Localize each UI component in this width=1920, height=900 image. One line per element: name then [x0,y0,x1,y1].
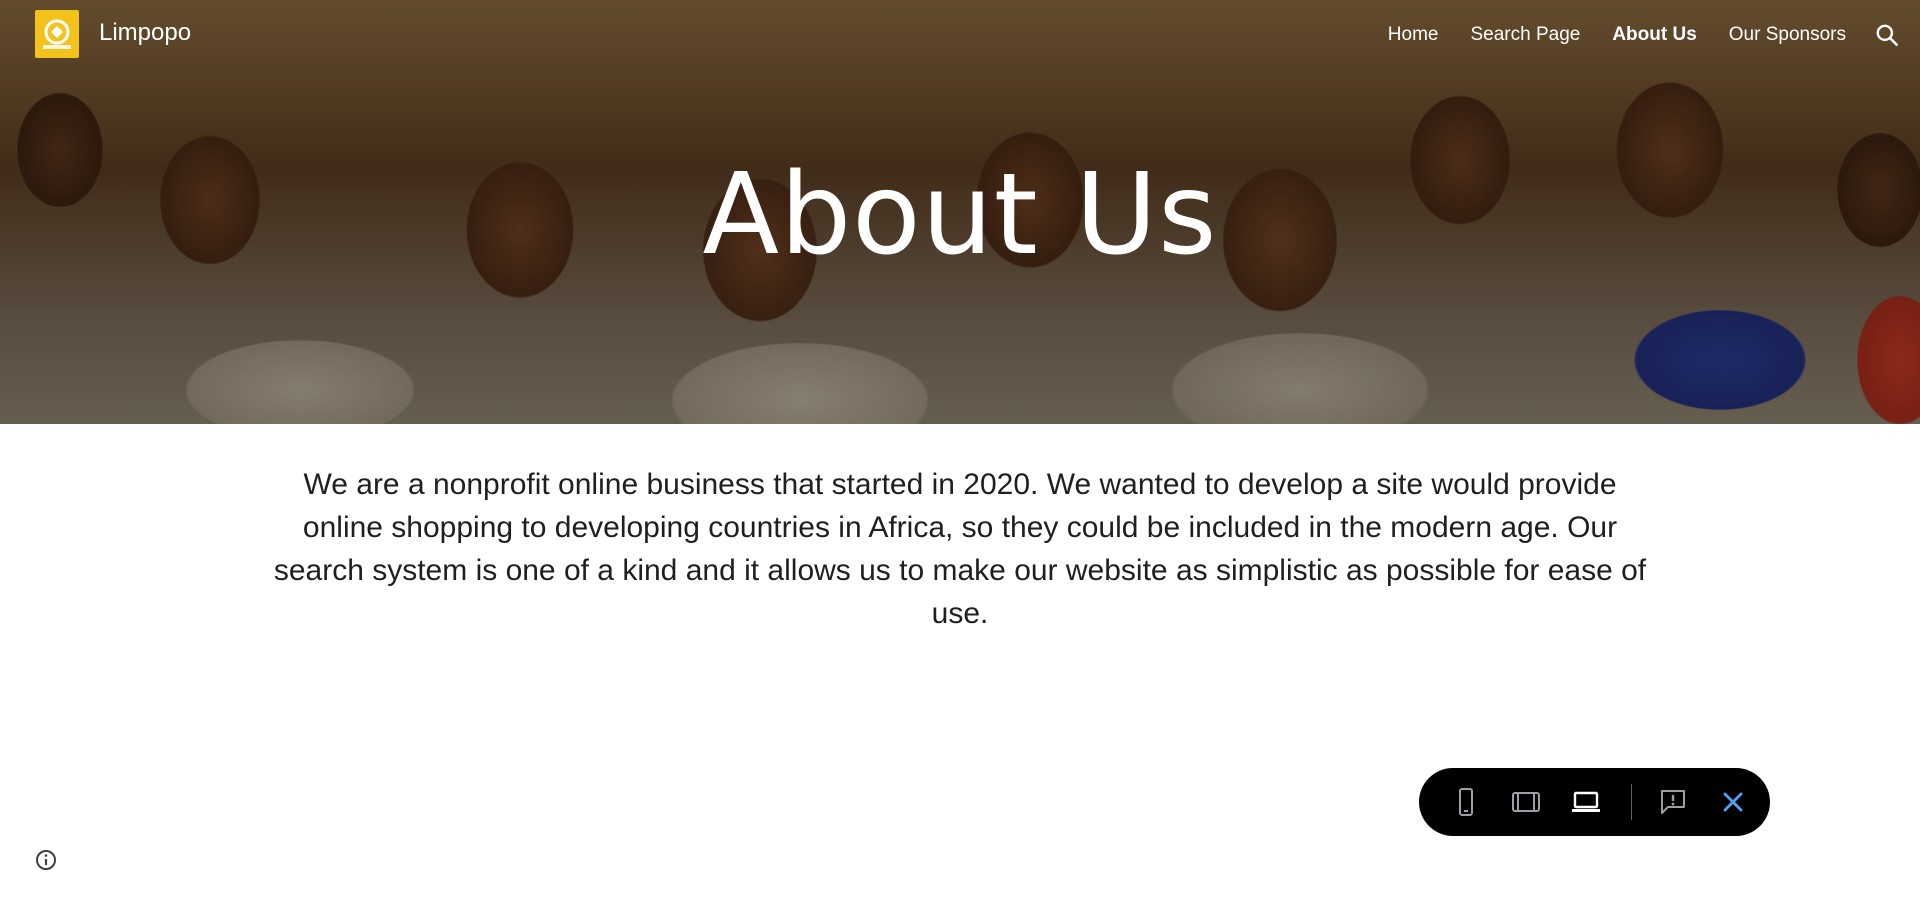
tablet-preview-button[interactable] [1511,787,1541,817]
close-icon [1723,792,1743,812]
info-icon[interactable] [34,848,58,872]
nav-item-our-sponsors[interactable]: Our Sponsors [1729,24,1846,46]
site-title[interactable]: Limpopo [99,19,191,47]
phone-preview-button[interactable] [1451,787,1481,817]
top-navigation: Home Search Page About Us Our Sponsors [1388,22,1900,48]
hero-banner: Limpopo Home Search Page About Us Our Sp… [0,0,1920,424]
preview-toolbar [1419,768,1770,836]
laptop-icon [1572,791,1600,812]
close-preview-button[interactable] [1718,787,1748,817]
page-title: About Us [702,150,1218,280]
nav-item-search-page[interactable]: Search Page [1470,24,1580,46]
tablet-icon [1512,792,1540,812]
nav-item-home[interactable]: Home [1388,24,1439,46]
report-abuse-button[interactable] [1658,787,1688,817]
search-icon[interactable] [1874,22,1900,48]
site-logo[interactable] [35,10,79,58]
toolbar-divider [1631,784,1632,820]
laptop-preview-button[interactable] [1571,787,1601,817]
phone-icon [1459,788,1473,816]
next-gen-logo-icon [40,17,74,51]
about-paragraph: We are a nonprofit online business that … [273,468,1647,630]
nav-item-about-us[interactable]: About Us [1612,24,1696,46]
report-abuse-icon [1661,790,1685,814]
